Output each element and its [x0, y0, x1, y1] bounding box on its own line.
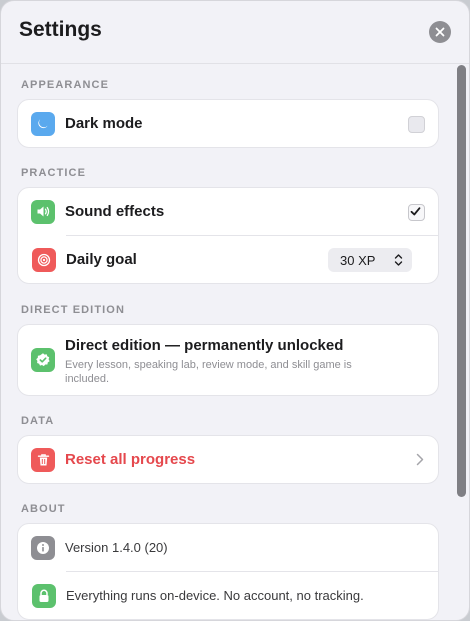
scrollbar[interactable]: [457, 65, 466, 497]
moon-icon: [31, 111, 55, 136]
edition-card: Direct edition — permanently unlocked Ev…: [17, 324, 439, 396]
dark-mode-row[interactable]: Dark mode: [18, 100, 438, 147]
chevron-right-icon: [416, 453, 424, 466]
lock-icon: [32, 583, 56, 608]
info-icon: [31, 535, 55, 560]
daily-goal-label: Daily goal: [66, 251, 137, 268]
daily-goal-row: Daily goal 30 XP: [32, 235, 438, 283]
close-button[interactable]: [429, 21, 451, 43]
practice-card: Sound effects Daily goal 30 XP: [17, 187, 439, 284]
privacy-row: Everything runs on-device. No account, n…: [32, 571, 438, 619]
settings-scroll-area: APPEARANCE Dark mode PRACTICE Sound effe…: [1, 64, 453, 620]
close-icon: [435, 27, 445, 37]
daily-goal-select[interactable]: 30 XP: [328, 248, 412, 272]
version-row: Version 1.4.0 (20): [18, 524, 438, 571]
appearance-card: Dark mode: [17, 99, 439, 148]
updown-chevron-icon: [394, 254, 403, 266]
speaker-icon: [31, 199, 55, 224]
edition-subtitle: Every lesson, speaking lab, review mode,…: [65, 359, 352, 385]
dark-mode-checkbox[interactable]: [408, 116, 425, 133]
edition-title: Direct edition — permanently unlocked: [65, 337, 344, 354]
daily-goal-value: 30 XP: [340, 252, 376, 268]
edition-row: Direct edition — permanently unlocked Ev…: [18, 325, 438, 395]
target-icon: [32, 247, 56, 272]
checkmark-icon: [410, 207, 421, 216]
reset-progress-row[interactable]: Reset all progress: [18, 436, 438, 483]
page-title: Settings: [19, 18, 102, 41]
privacy-label: Everything runs on-device. No account, n…: [66, 588, 364, 603]
sound-effects-row[interactable]: Sound effects: [18, 188, 438, 235]
section-label-practice: PRACTICE: [21, 167, 87, 179]
section-label-edition: DIRECT EDITION: [21, 304, 126, 316]
section-label-data: DATA: [21, 415, 55, 427]
verified-check-icon: [31, 348, 55, 372]
reset-progress-label: Reset all progress: [65, 451, 196, 468]
sound-effects-label: Sound effects: [65, 203, 165, 220]
header: Settings: [1, 1, 469, 63]
trash-icon: [31, 447, 55, 472]
settings-sheet: Settings APPEARANCE Dark mode PRACTICE S…: [0, 0, 470, 621]
section-label-appearance: APPEARANCE: [21, 79, 110, 91]
version-label: Version 1.4.0 (20): [65, 540, 168, 555]
sound-effects-checkbox[interactable]: [408, 204, 425, 221]
dark-mode-label: Dark mode: [65, 115, 143, 132]
about-card: Version 1.4.0 (20) Everything runs on-de…: [17, 523, 439, 620]
section-label-about: ABOUT: [21, 503, 66, 515]
data-card: Reset all progress: [17, 435, 439, 484]
